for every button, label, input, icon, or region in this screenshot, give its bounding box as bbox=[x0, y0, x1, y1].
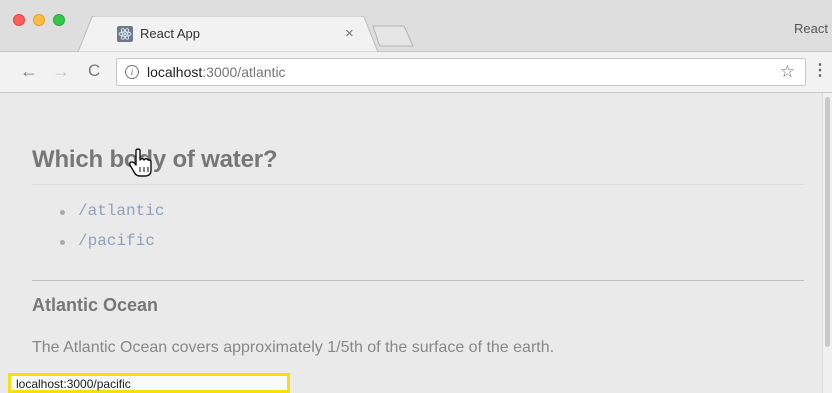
window-maximize-button[interactable] bbox=[53, 14, 65, 26]
url-host: localhost bbox=[147, 64, 203, 80]
heading-divider bbox=[32, 184, 804, 185]
page-content: Which body of water? /atlantic /pacific … bbox=[0, 93, 822, 393]
bullet-icon bbox=[60, 210, 65, 215]
scrollbar-thumb[interactable] bbox=[825, 97, 830, 347]
section-title: Atlantic Ocean bbox=[32, 295, 159, 315]
link-pacific[interactable]: /pacific bbox=[78, 232, 155, 250]
tab-react-app[interactable]: React App × bbox=[78, 16, 378, 52]
forward-arrow-icon[interactable]: → bbox=[52, 62, 70, 80]
window-close-button[interactable] bbox=[13, 14, 25, 26]
reload-icon[interactable]: C bbox=[88, 62, 100, 80]
section-description: The Atlantic Ocean covers approximately … bbox=[32, 339, 555, 356]
react-logo-icon bbox=[117, 26, 133, 42]
back-arrow-icon[interactable]: ← bbox=[20, 62, 38, 80]
profile-label[interactable]: React bbox=[794, 21, 828, 36]
tab-title: React App bbox=[140, 26, 200, 41]
window-minimize-button[interactable] bbox=[33, 14, 45, 26]
status-bar-url: localhost:3000/pacific bbox=[8, 373, 290, 393]
menu-icon[interactable]: ⋮ bbox=[812, 60, 828, 80]
bookmark-star-icon[interactable]: ☆ bbox=[780, 62, 795, 82]
info-icon[interactable]: i bbox=[125, 65, 139, 79]
url-text[interactable]: localhost:3000/atlantic bbox=[147, 64, 286, 80]
link-atlantic[interactable]: /atlantic bbox=[78, 202, 164, 220]
bullet-icon bbox=[60, 240, 65, 245]
new-tab-button[interactable] bbox=[372, 25, 414, 47]
browser-toolbar: ← → C i localhost:3000/atlantic ☆ ⋮ bbox=[0, 52, 832, 93]
tab-strip: React App × React bbox=[0, 0, 832, 52]
status-url-text: localhost:3000/pacific bbox=[16, 377, 131, 391]
hand-pointer-cursor-icon bbox=[129, 148, 152, 177]
address-bar[interactable]: i localhost:3000/atlantic ☆ bbox=[116, 58, 806, 86]
url-path: :3000/atlantic bbox=[202, 64, 286, 80]
page-heading: Which body of water? bbox=[32, 146, 278, 173]
tab-close-icon[interactable]: × bbox=[345, 25, 354, 42]
section-divider bbox=[32, 280, 804, 281]
page-scrollbar[interactable] bbox=[822, 93, 832, 393]
